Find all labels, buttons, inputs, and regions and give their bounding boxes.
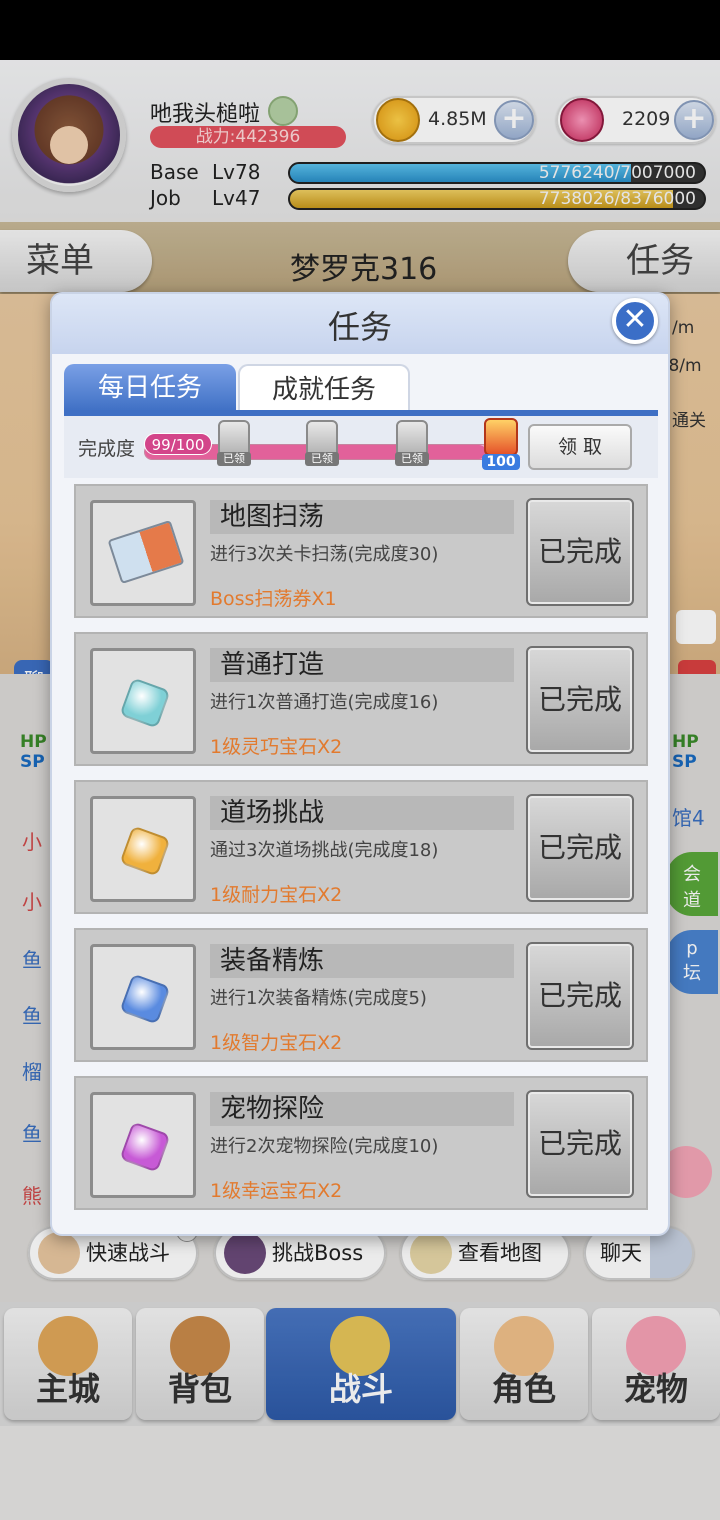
task-reward: 1级灵巧宝石X2 <box>210 736 343 758</box>
task-completed-button[interactable]: 已完成 <box>526 498 634 606</box>
gem-icon <box>119 1121 171 1173</box>
completion-progress-text: 99/100 <box>144 433 212 455</box>
gem-icon <box>119 677 171 729</box>
task-reward-slot[interactable] <box>90 1092 196 1198</box>
status-bar <box>0 0 720 60</box>
gift-box-icon[interactable] <box>484 418 518 456</box>
dialog-title: 任务 <box>327 308 392 346</box>
dialog-title-bar: 任务 ✕ <box>52 294 668 354</box>
chest-claimed-tag: 已领 <box>395 452 429 466</box>
task-dialog: 任务 ✕ 每日任务 成就任务 完成度 99/100 已领 已领 已领 100 领… <box>50 292 670 1236</box>
tab-achievement-tasks[interactable]: 成就任务 <box>238 364 410 412</box>
task-item: 道场挑战 通过3次道场挑战(完成度18) 1级耐力宝石X2 已完成 <box>74 780 648 914</box>
task-completed-button[interactable]: 已完成 <box>526 794 634 902</box>
task-description: 通过3次道场挑战(完成度18) <box>210 840 439 861</box>
task-completed-button[interactable]: 已完成 <box>526 942 634 1050</box>
task-item: 宠物探险 进行2次宠物探险(完成度10) 1级幸运宝石X2 已完成 <box>74 1076 648 1210</box>
claim-button[interactable]: 领 取 <box>528 424 632 470</box>
task-reward-slot[interactable] <box>90 944 196 1050</box>
task-reward: 1级智力宝石X2 <box>210 1032 343 1054</box>
task-reward-slot[interactable] <box>90 648 196 754</box>
chest-claimed-tag: 已领 <box>217 452 251 466</box>
task-completed-button[interactable]: 已完成 <box>526 646 634 754</box>
gem-icon <box>119 825 171 877</box>
task-reward: 1级耐力宝石X2 <box>210 884 343 906</box>
task-description: 进行2次宠物探险(完成度10) <box>210 1136 439 1157</box>
task-title: 装备精炼 <box>210 944 514 978</box>
task-title: 道场挑战 <box>210 796 514 830</box>
task-title: 宠物探险 <box>210 1092 514 1126</box>
task-reward-slot[interactable] <box>90 796 196 902</box>
chest-claimed-tag: 已领 <box>305 452 339 466</box>
task-reward: 1级幸运宝石X2 <box>210 1180 343 1202</box>
completion-label: 完成度 <box>78 438 136 460</box>
task-title: 地图扫荡 <box>210 500 514 534</box>
gift-threshold: 100 <box>482 454 520 470</box>
task-title: 普通打造 <box>210 648 514 682</box>
task-description: 进行1次普通打造(完成度16) <box>210 692 439 713</box>
task-item: 地图扫荡 进行3次关卡扫荡(完成度30) Boss扫荡券X1 已完成 <box>74 484 648 618</box>
close-icon[interactable]: ✕ <box>612 298 658 344</box>
task-description: 进行3次关卡扫荡(完成度30) <box>210 544 439 565</box>
task-reward: Boss扫荡券X1 <box>210 588 337 610</box>
task-reward-slot[interactable] <box>90 500 196 606</box>
tab-daily-tasks[interactable]: 每日任务 <box>64 364 236 412</box>
task-item: 普通打造 进行1次普通打造(完成度16) 1级灵巧宝石X2 已完成 <box>74 632 648 766</box>
task-description: 进行1次装备精炼(完成度5) <box>210 988 427 1009</box>
task-item: 装备精炼 进行1次装备精炼(完成度5) 1级智力宝石X2 已完成 <box>74 928 648 1062</box>
ticket-icon <box>107 519 185 585</box>
completion-row: 完成度 99/100 已领 已领 已领 100 领 取 <box>64 416 658 478</box>
task-completed-button[interactable]: 已完成 <box>526 1090 634 1198</box>
gem-icon <box>119 973 171 1025</box>
